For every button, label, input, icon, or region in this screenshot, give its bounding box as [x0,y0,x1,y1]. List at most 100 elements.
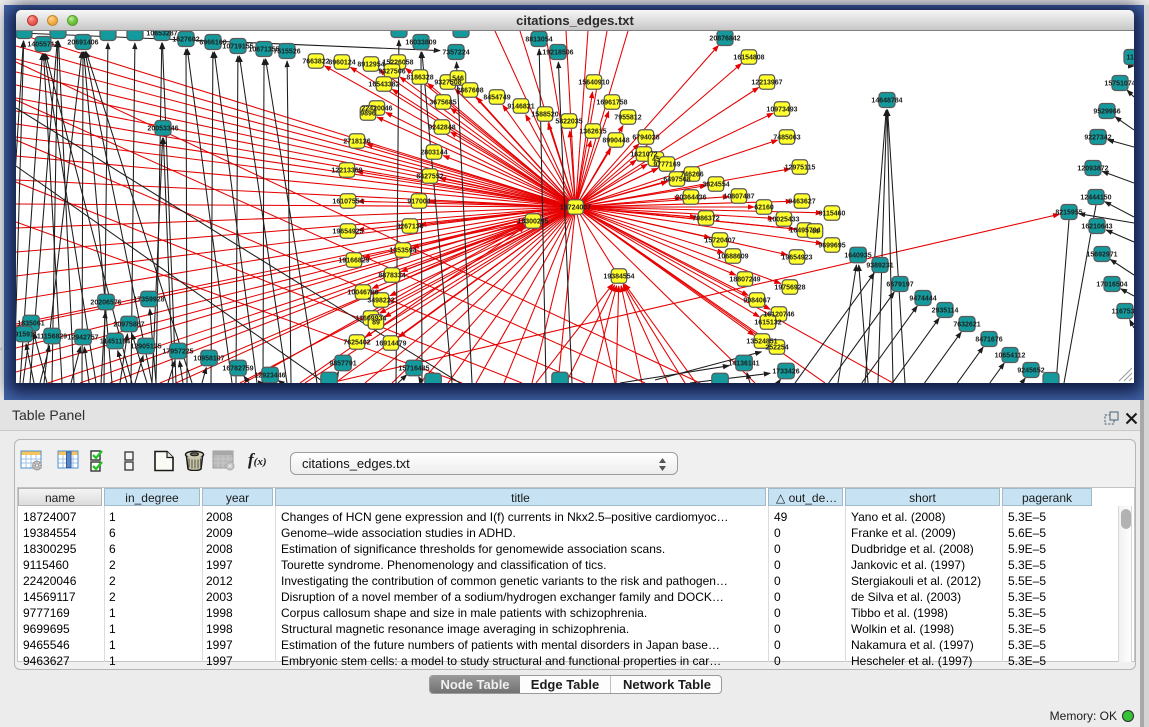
svg-text:9699695: 9699695 [818,242,845,249]
svg-text:1835061: 1835061 [17,320,44,327]
svg-text:8912954: 8912954 [357,61,384,68]
svg-text:16107554: 16107554 [332,198,363,205]
svg-text:14055712: 14055712 [27,41,58,48]
svg-text:16782759: 16782759 [222,365,253,372]
svg-text:9146821: 9146821 [507,103,534,110]
svg-text:9463627: 9463627 [788,198,815,205]
svg-text:20691406: 20691406 [67,39,98,46]
svg-text:3267130: 3267130 [396,223,423,230]
svg-text:62160: 62160 [754,204,774,211]
svg-text:9777169: 9777169 [653,161,680,168]
svg-text:12923446: 12923446 [254,372,285,379]
svg-text:9474444: 9474444 [909,295,936,302]
svg-text:3498222: 3498222 [367,297,394,304]
svg-text:15716485: 15716485 [398,365,429,372]
svg-text:12942757: 12942757 [67,334,98,341]
svg-text:8960124: 8960124 [328,59,355,66]
svg-text:7986372: 7986372 [692,215,719,222]
svg-text:7515526: 7515526 [273,48,300,55]
svg-text:19654923: 19654923 [781,254,812,261]
svg-text:1362615: 1362615 [579,128,606,135]
svg-text:9242848: 9242848 [428,124,455,131]
svg-text:7357224: 7357224 [442,49,469,56]
svg-text:18724007: 18724007 [560,204,591,211]
svg-text:10958107: 10958107 [193,355,224,362]
svg-text:8427552: 8427552 [416,173,443,180]
svg-text:12905135: 12905135 [130,343,161,350]
svg-text:1733426: 1733426 [772,368,799,375]
svg-text:3675685: 3675685 [429,99,456,106]
svg-text:19384554: 19384554 [603,273,634,280]
svg-text:8454749: 8454749 [483,94,510,101]
svg-text:15226058: 15226058 [382,59,413,66]
svg-text:1167531: 1167531 [1112,308,1134,315]
svg-text:3915911: 3915911 [16,331,38,338]
svg-text:1527602: 1527602 [172,36,199,43]
svg-text:6794028: 6794028 [632,134,659,141]
svg-text:9857791: 9857791 [329,360,356,367]
svg-text:2867608: 2867608 [456,87,483,94]
svg-text:8813054: 8813054 [525,36,552,43]
svg-text:7625402: 7625402 [343,339,370,346]
svg-text:7485063: 7485063 [773,134,800,141]
svg-text:11451194: 11451194 [100,338,130,345]
svg-text:17016504: 17016504 [1096,281,1127,288]
svg-text:14648784: 14648784 [871,97,902,104]
svg-text:9327506: 9327506 [378,68,405,75]
svg-text:546: 546 [452,75,464,82]
svg-text:19166829: 19166829 [338,257,369,264]
svg-text:5822035: 5822035 [555,118,582,125]
svg-text:20206576: 20206576 [90,299,121,306]
svg-text:1615132: 1615132 [754,319,781,326]
svg-text:3824554: 3824554 [702,181,729,188]
svg-text:7663822: 7663822 [302,58,329,65]
svg-text:9245652: 9245652 [1017,367,1044,374]
svg-text:10688609: 10688609 [717,253,748,260]
svg-text:9084067: 9084067 [743,297,770,304]
svg-text:7632621: 7632621 [953,321,980,328]
svg-text:11609934: 11609934 [356,315,387,322]
svg-text:10654112: 10654112 [995,352,1026,359]
svg-text:917004: 917004 [407,198,430,205]
svg-text:18807249: 18807249 [729,276,760,283]
svg-text:9227342: 9227342 [1084,134,1111,141]
svg-text:12213369: 12213369 [331,167,362,174]
svg-text:6497568: 6497568 [663,176,690,183]
svg-text:20053346: 20053346 [147,125,178,132]
svg-text:8215955: 8215955 [1055,209,1082,216]
svg-text:12093872: 12093872 [1077,165,1108,172]
svg-text:17957225: 17957225 [162,348,193,355]
svg-text:2718126: 2718126 [343,138,370,145]
svg-text:12975115: 12975115 [785,164,816,171]
svg-text:8878334: 8878334 [378,272,405,279]
svg-text:19756928: 19756928 [774,284,805,291]
svg-text:8186328: 8186328 [406,74,433,81]
svg-text:6679197: 6679197 [886,281,913,288]
svg-text:12213967: 12213967 [751,79,782,86]
svg-text:8471676: 8471676 [975,336,1002,343]
svg-text:9529966: 9529966 [1093,108,1120,115]
svg-text:1353594: 1353594 [389,247,416,254]
svg-text:17359928: 17359928 [133,296,164,303]
svg-text:2803144: 2803144 [420,149,447,156]
svg-text:20364436: 20364436 [675,194,706,201]
svg-text:2935114: 2935114 [932,307,959,314]
svg-text:10973493: 10973493 [766,106,797,113]
svg-text:44: 44 [811,228,819,235]
svg-text:9115460: 9115460 [819,210,846,217]
svg-text:10046786: 10046786 [347,289,378,296]
svg-text:8990448: 8990448 [602,137,629,144]
svg-text:20975867: 20975867 [113,321,144,328]
svg-text:9896: 9896 [360,110,376,117]
svg-text:10807487: 10807487 [723,193,754,200]
svg-text:19218506: 19218506 [542,49,573,56]
svg-text:7955812: 7955812 [614,114,641,121]
svg-text:14136141: 14136141 [728,360,759,367]
svg-text:10025433: 10025433 [768,216,799,223]
svg-text:20876842: 20876842 [709,35,740,42]
svg-text:15692971: 15692971 [1086,251,1117,258]
svg-text:16543382: 16543382 [368,81,399,88]
svg-text:15720407: 15720407 [704,237,735,244]
svg-text:9389231: 9389231 [866,262,893,269]
svg-text:15640910: 15640910 [578,79,609,86]
